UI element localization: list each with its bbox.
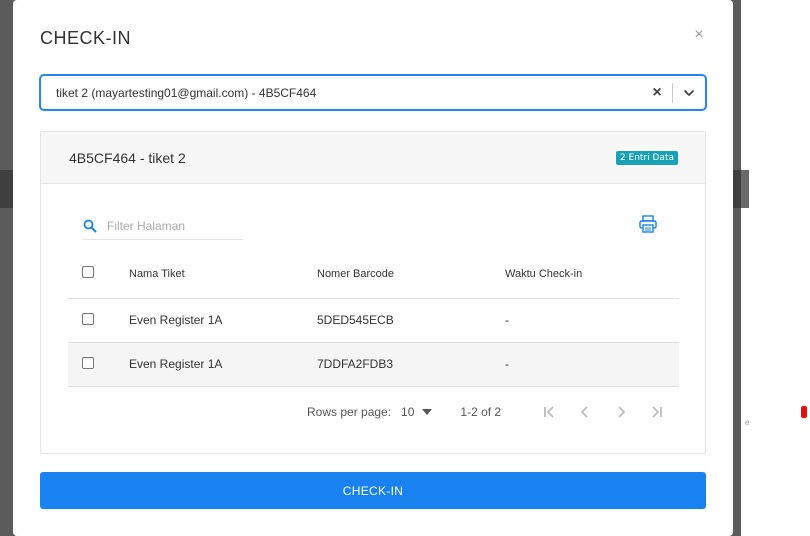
card-title: 4B5CF464 - tiket 2 — [69, 149, 186, 166]
checkin-time-cell: - — [505, 298, 679, 343]
ticket-select-value[interactable]: tiket 2 (mayartesting01@gmail.com) - 4B5… — [41, 86, 642, 100]
pagination-range: 1-2 of 2 — [460, 405, 502, 419]
barcode-cell: 7DDFA2FDB3 — [317, 342, 505, 387]
ticket-card: 4B5CF464 - tiket 2 2 Entri Data Filter H… — [40, 131, 706, 454]
table-row[interactable]: Even Register 1A 5DED545ECB - — [68, 298, 679, 343]
backdrop-text: e — [745, 418, 750, 427]
backdrop-page: e — [741, 0, 810, 536]
search-icon — [83, 219, 105, 233]
row-checkbox[interactable] — [82, 312, 94, 325]
chevron-down-icon[interactable] — [673, 76, 705, 109]
table-header-row: Nama Tiket Nomer Barcode Waktu Check-in — [68, 250, 679, 299]
select-all-checkbox[interactable] — [82, 266, 94, 279]
tickets-table: Nama Tiket Nomer Barcode Waktu Check-in … — [68, 250, 679, 387]
entry-count-badge: 2 Entri Data — [615, 150, 678, 165]
search-bar — [83, 212, 243, 240]
search-input[interactable] — [107, 218, 237, 233]
select-all-cell — [68, 250, 129, 299]
modal-title: CHECK-IN — [40, 28, 132, 48]
checkin-time-cell: - — [505, 342, 679, 387]
backdrop-marker — [801, 406, 807, 418]
card-header: 4B5CF464 - tiket 2 2 Entri Data — [41, 132, 705, 184]
rows-per-page-select[interactable]: 10 — [401, 405, 433, 419]
row-checkbox[interactable] — [82, 356, 94, 369]
next-page-icon[interactable] — [603, 405, 639, 419]
previous-page-icon[interactable] — [567, 405, 603, 419]
column-header-name[interactable]: Nama Tiket — [129, 250, 317, 299]
row-check-cell — [68, 298, 129, 343]
barcode-cell: 5DED545ECB — [317, 298, 505, 343]
checkin-button[interactable]: CHECK-IN — [40, 472, 706, 509]
ticket-select[interactable]: tiket 2 (mayartesting01@gmail.com) - 4B5… — [40, 75, 706, 110]
column-header-barcode[interactable]: Nomer Barcode — [317, 250, 505, 299]
last-page-icon[interactable] — [639, 405, 675, 419]
close-button[interactable]: × — [691, 26, 707, 44]
caret-down-icon — [422, 409, 433, 415]
checkin-modal: CHECK-IN × tiket 2 (mayartesting01@gmail… — [13, 0, 733, 536]
ticket-name-cell: Even Register 1A — [129, 298, 317, 343]
backdrop-strip — [741, 170, 749, 208]
print-icon[interactable] — [638, 214, 658, 234]
table-row[interactable]: Even Register 1A 7DDFA2FDB3 - — [68, 342, 679, 387]
column-header-checkin-time[interactable]: Waktu Check-in — [505, 250, 679, 299]
pagination: Rows per page: 10 1-2 of 2 — [307, 402, 675, 422]
row-check-cell — [68, 342, 129, 387]
rows-per-page-value[interactable]: 10 — [401, 405, 414, 419]
rows-per-page-label: Rows per page: — [307, 405, 392, 419]
ticket-name-cell: Even Register 1A — [129, 342, 317, 387]
clear-selection-button[interactable]: × — [642, 76, 672, 109]
first-page-icon[interactable] — [531, 405, 567, 419]
